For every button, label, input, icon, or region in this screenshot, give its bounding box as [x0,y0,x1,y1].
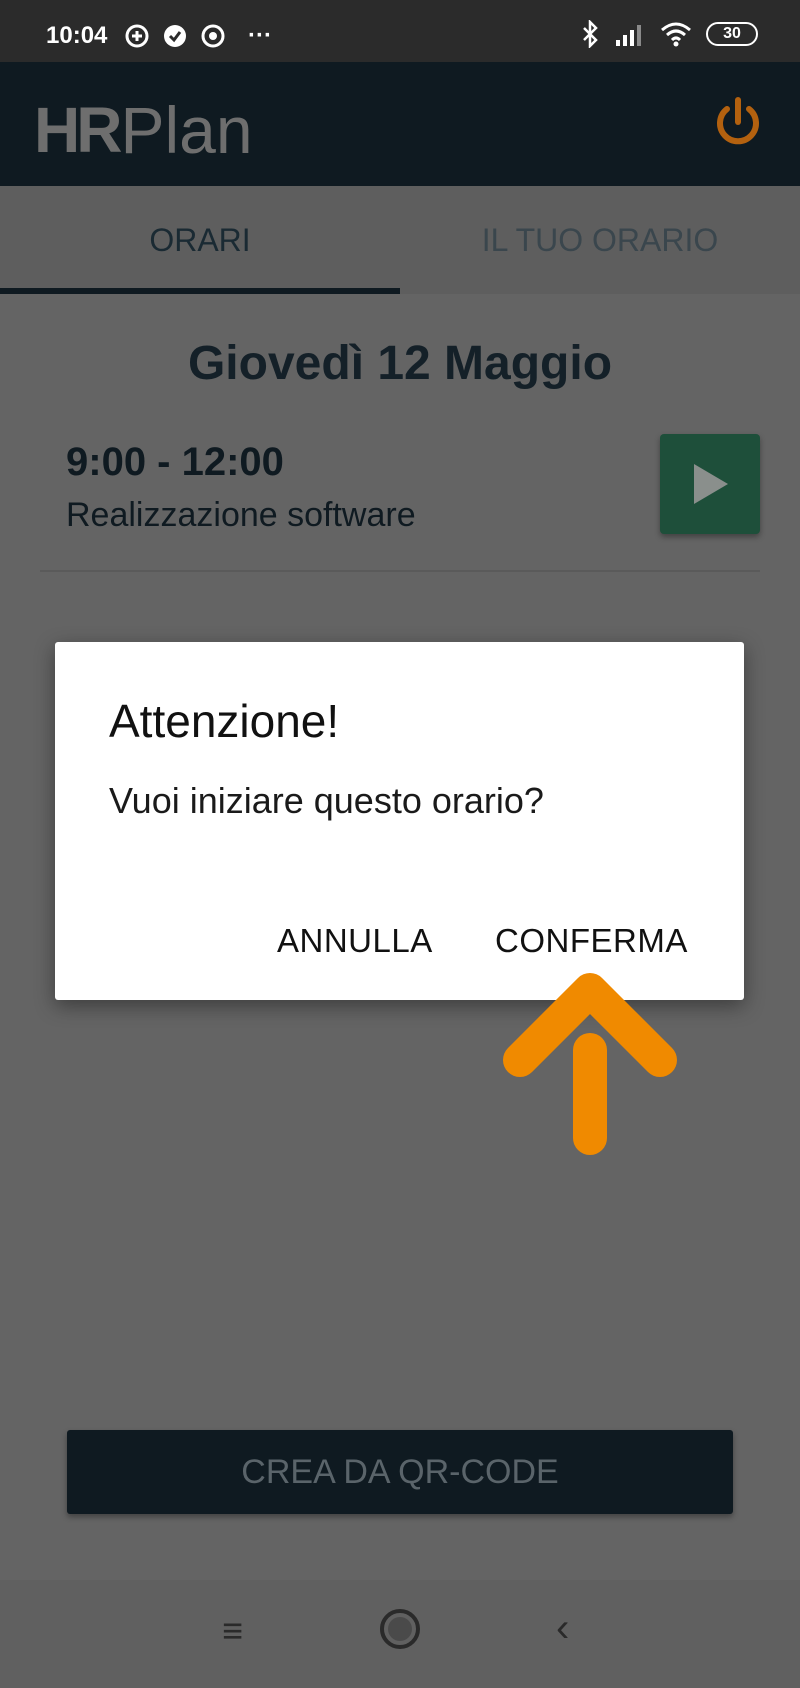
signal-icon [616,25,641,46]
confirm-button[interactable]: CONFERMA [495,922,688,960]
battery-icon: 30 [706,22,758,46]
data-saver-icon [125,24,149,48]
schedule-date: Giovedì 12 Maggio [187,337,613,390]
menu-icon[interactable]: ≡ [222,1610,243,1652]
system-nav-bar: ≡ ‹ [0,1580,800,1688]
app-bar: HR Plan [0,62,800,186]
tab-bar: ORARI IL TUO ORARIO [0,186,800,294]
logo-hr: HR [34,94,122,166]
hrplan-logo: HR Plan [34,92,253,168]
tab-orari[interactable]: ORARI [0,186,400,294]
dialog-title: Attenzione! [109,695,340,747]
shift-time: 9:00 - 12:00 [66,440,284,484]
power-icon[interactable] [708,92,768,152]
logo-plan: Plan [120,93,253,167]
start-shift-button[interactable] [660,434,760,534]
shift-description: Realizzazione software [66,496,416,534]
create-from-qr-button[interactable]: CREA DA QR-CODE [67,1430,733,1514]
home-icon[interactable] [380,1609,420,1649]
cancel-button[interactable]: ANNULLA [277,922,433,960]
bluetooth-icon [583,20,598,48]
dialog-message: Vuoi iniziare questo orario? [109,780,544,821]
list-divider [40,570,760,572]
status-time: 10:04 [46,22,108,49]
play-icon [694,464,728,504]
confirm-dialog: Attenzione! Vuoi iniziare questo orario?… [55,642,744,1000]
wifi-icon [661,22,691,47]
status-left-icons: ··· [124,22,272,50]
tab-il-tuo-orario[interactable]: IL TUO ORARIO [400,186,800,294]
status-right-icons: 30 [580,20,758,48]
more-indicator: ··· [248,22,272,49]
chrome-icon [201,24,225,48]
status-bar: 10:04 ··· 30 [0,0,800,62]
up-arrow-icon [503,973,677,1155]
verified-icon [164,25,186,47]
back-icon[interactable]: ‹ [556,1606,569,1651]
